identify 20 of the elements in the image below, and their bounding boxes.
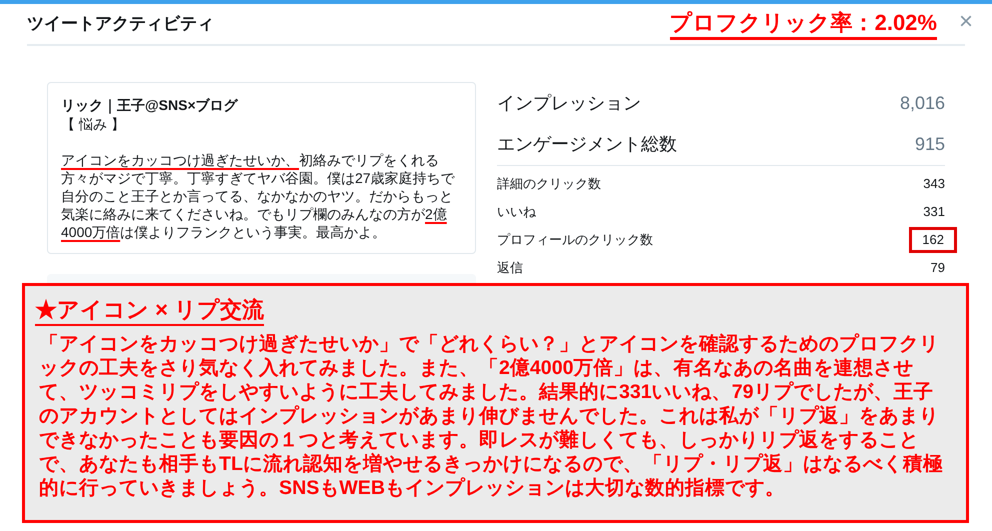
tweet-tag: 【 悩み 】 xyxy=(61,115,462,133)
metric-label: 詳細のクリック数 xyxy=(497,175,601,194)
metric-label: 返信 xyxy=(497,259,523,278)
metric-value: 79 xyxy=(930,259,945,278)
metric-value: 915 xyxy=(914,133,945,156)
metric-label: エンゲージメント総数 xyxy=(497,133,677,156)
note-heading: ★アイコン × リプ交流 xyxy=(35,296,264,326)
window-title: ツイートアクティビティ xyxy=(27,12,214,34)
note-body: 「アイコンをカッコつけ過ぎたせいか」で「どれくらい？」とアイコンを確認するためのプロフクリックの工夫をさり気なく入れてみました。また、「2億4000万倍」は、有名なあの名曲を連想させて、ツッコミリプをしやすいように工夫してみました。結果的に331いいね、79リプでしたが、王子のアカウントとしてはインプレッションがあまり伸びませんでした。これは私が「リプ返」をあまりできなかったことも要因の１つと考えています。即レスが難しくても、しっかりリプ返をすることで、あなたも相手もTLに流れ認知を増やせるきっかけになるので、「リプ・リプ返」はなるべく積極的に行っていきましょう。SNSもWEBもインプレッションは大切な数的指標です。 xyxy=(38,332,944,500)
close-button[interactable]: × xyxy=(958,8,973,40)
metric-value: 331 xyxy=(923,203,945,222)
metric-value: 8,016 xyxy=(900,92,945,114)
metric-label: いいね xyxy=(497,203,536,222)
metric-label: プロフィールのクリック数 xyxy=(497,231,653,250)
click-rate-annotation: プロフクリック率：2.02% xyxy=(670,9,937,40)
tweet-author: リック｜王子@SNS×ブログ xyxy=(61,96,239,115)
tweet-text: アイコンをカッコつけ過ぎたせいか、初絡みでリプをくれる方々がマジで丁寧。丁寧すぎてヤバ谷園。僕は27歳家庭持ちで自分のこと王子とか言ってる、なかなかのヤツ。だからもっと気楽に絡みに来てくださいね。でもリプ欄のみんなの方が2億4000万倍は僕よりフランクという事実。最高かよ。 xyxy=(61,151,456,241)
metric-value: 162 xyxy=(909,227,957,253)
metric-label: インプレッション xyxy=(497,92,641,114)
metric-value: 343 xyxy=(923,175,945,194)
